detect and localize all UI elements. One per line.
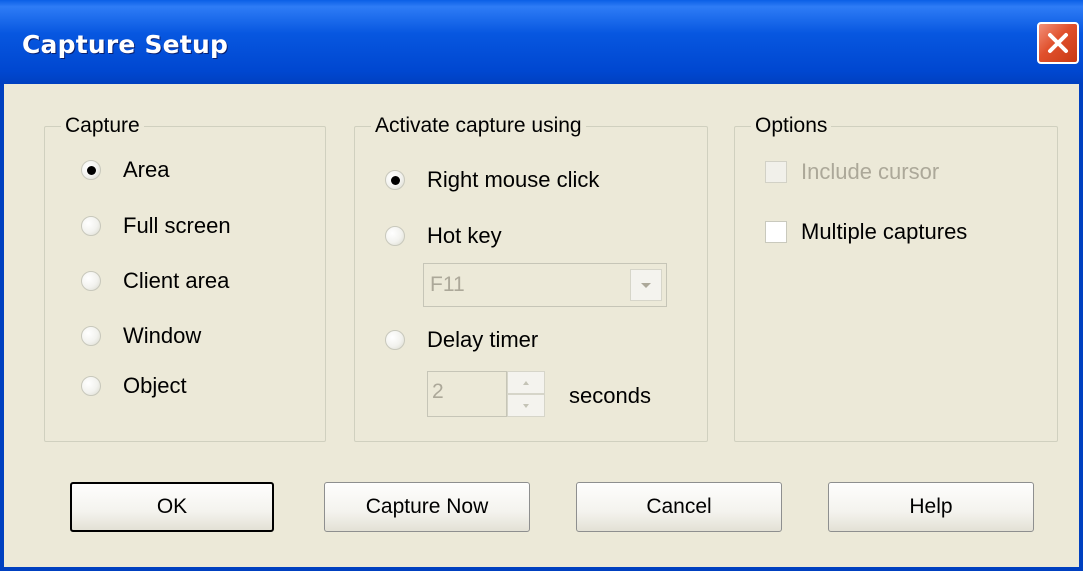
radio-selected-dot	[86, 165, 96, 175]
include-cursor-checkbox-row[interactable]: Include cursor	[765, 159, 939, 185]
activate-capture-group: Activate capture using Right mouse click…	[354, 113, 708, 442]
multiple-captures-label: Multiple captures	[801, 219, 968, 244]
ok-button[interactable]: OK	[70, 482, 274, 532]
radio-label: Area	[123, 157, 170, 182]
window-title: Capture Setup	[22, 30, 229, 59]
radio-client-area[interactable]: Client area	[81, 268, 229, 294]
dropdown-button[interactable]	[630, 269, 662, 301]
radio-delay-timer[interactable]: Delay timer	[385, 327, 538, 353]
multiple-captures-checkbox-row[interactable]: Multiple captures	[765, 219, 967, 245]
spin-down-icon	[523, 403, 529, 408]
hot-key-value: F11	[430, 273, 465, 296]
close-button[interactable]	[1037, 22, 1079, 64]
radio-full-screen[interactable]: Full screen	[81, 213, 231, 239]
options-group: Options Include cursor Multiple captures	[734, 113, 1058, 442]
radio-label: Full screen	[123, 213, 231, 238]
help-button[interactable]: Help	[828, 482, 1034, 532]
radio-button[interactable]	[81, 160, 101, 180]
delay-timer-input[interactable]: 2	[427, 371, 507, 417]
activate-group-label: Activate capture using	[371, 113, 586, 139]
chevron-down-icon	[641, 283, 651, 288]
capture-now-button[interactable]: Capture Now	[324, 482, 530, 532]
title-bar[interactable]: Capture Setup	[0, 0, 1083, 84]
delay-value: 2	[432, 380, 444, 403]
radio-object[interactable]: Object	[81, 373, 187, 399]
dialog-body: Capture Area Full screen Client area Win…	[0, 84, 1083, 571]
spin-up-button[interactable]	[507, 371, 545, 394]
radio-label: Object	[123, 373, 187, 398]
options-group-label: Options	[751, 113, 832, 139]
radio-button[interactable]	[81, 376, 101, 396]
multiple-captures-checkbox[interactable]	[765, 221, 787, 243]
radio-label: Client area	[123, 268, 230, 293]
radio-button[interactable]	[81, 271, 101, 291]
radio-label: Window	[123, 323, 202, 348]
radio-hot-key[interactable]: Hot key	[385, 223, 502, 249]
seconds-label: seconds	[569, 383, 651, 408]
capture-group-label: Capture	[61, 113, 144, 139]
close-icon	[1048, 33, 1068, 53]
hot-key-select[interactable]: F11	[423, 263, 667, 307]
include-cursor-checkbox[interactable]	[765, 161, 787, 183]
radio-selected-dot	[390, 175, 400, 185]
radio-button[interactable]	[385, 226, 405, 246]
radio-button[interactable]	[385, 170, 405, 190]
radio-button[interactable]	[81, 326, 101, 346]
radio-button[interactable]	[385, 330, 405, 350]
delay-spinner[interactable]	[507, 371, 545, 417]
radio-window[interactable]: Window	[81, 323, 201, 349]
capture-group: Capture Area Full screen Client area Win…	[44, 113, 326, 442]
radio-area[interactable]: Area	[81, 157, 169, 183]
spin-down-button[interactable]	[507, 394, 545, 417]
spin-up-icon	[523, 380, 529, 385]
radio-button[interactable]	[81, 216, 101, 236]
radio-label: Right mouse click	[427, 167, 600, 192]
include-cursor-label: Include cursor	[801, 159, 940, 184]
radio-right-mouse-click[interactable]: Right mouse click	[385, 167, 599, 193]
radio-label: Delay timer	[427, 327, 539, 352]
radio-label: Hot key	[427, 223, 502, 248]
cancel-button[interactable]: Cancel	[576, 482, 782, 532]
